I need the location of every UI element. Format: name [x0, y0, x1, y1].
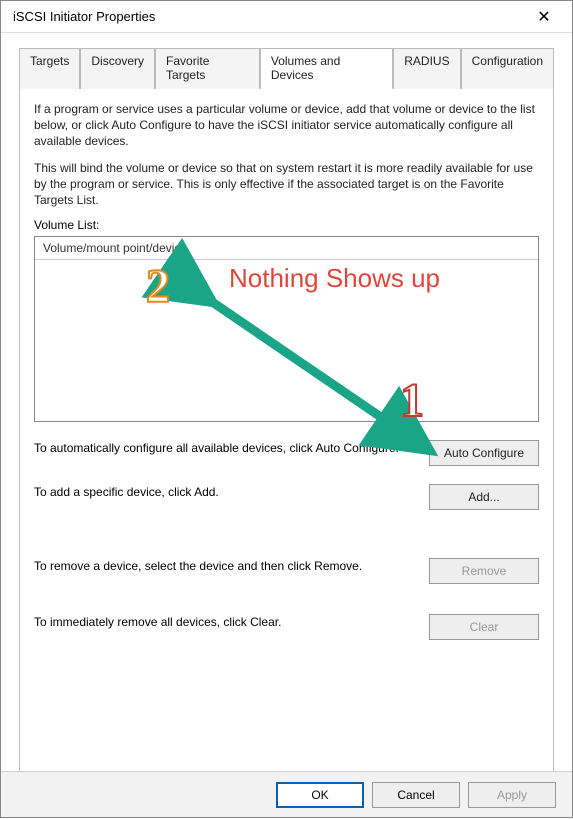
tab-configuration[interactable]: Configuration [461, 48, 554, 89]
volume-list-label: Volume List: [34, 218, 539, 232]
tab-favorite-targets[interactable]: Favorite Targets [155, 48, 260, 89]
tab-page-volumes: If a program or service uses a particula… [19, 89, 554, 789]
ok-button[interactable]: OK [276, 782, 364, 808]
clear-text: To immediately remove all devices, click… [34, 614, 429, 630]
dialog-content: Targets Discovery Favorite Targets Volum… [1, 33, 572, 799]
clear-button: Clear [429, 614, 539, 640]
volume-list-header: Volume/mount point/device [35, 237, 538, 260]
apply-button: Apply [468, 782, 556, 808]
intro-text-2: This will bind the volume or device so t… [34, 160, 539, 209]
annotation-marker-1: 1 [400, 373, 424, 428]
intro-text-1: If a program or service uses a particula… [34, 101, 539, 150]
window-title: iSCSI Initiator Properties [13, 9, 524, 24]
tab-radius[interactable]: RADIUS [393, 48, 460, 89]
close-button[interactable]: ✕ [524, 3, 564, 31]
auto-configure-button[interactable]: Auto Configure [429, 440, 539, 466]
close-icon: ✕ [537, 7, 550, 27]
tab-discovery[interactable]: Discovery [80, 48, 155, 89]
titlebar: iSCSI Initiator Properties ✕ [1, 1, 572, 33]
dialog-button-bar: OK Cancel Apply [1, 771, 572, 817]
remove-text: To remove a device, select the device an… [34, 558, 429, 574]
cancel-button[interactable]: Cancel [372, 782, 460, 808]
remove-button: Remove [429, 558, 539, 584]
add-button[interactable]: Add... [429, 484, 539, 510]
tab-targets[interactable]: Targets [19, 48, 80, 89]
auto-configure-text: To automatically configure all available… [34, 440, 429, 456]
annotation-marker-2: 2 [146, 259, 170, 314]
add-text: To add a specific device, click Add. [34, 484, 429, 500]
annotation-note: Nothing Shows up [229, 263, 440, 294]
tab-strip: Targets Discovery Favorite Targets Volum… [19, 47, 554, 89]
tab-volumes-and-devices[interactable]: Volumes and Devices [260, 48, 393, 89]
